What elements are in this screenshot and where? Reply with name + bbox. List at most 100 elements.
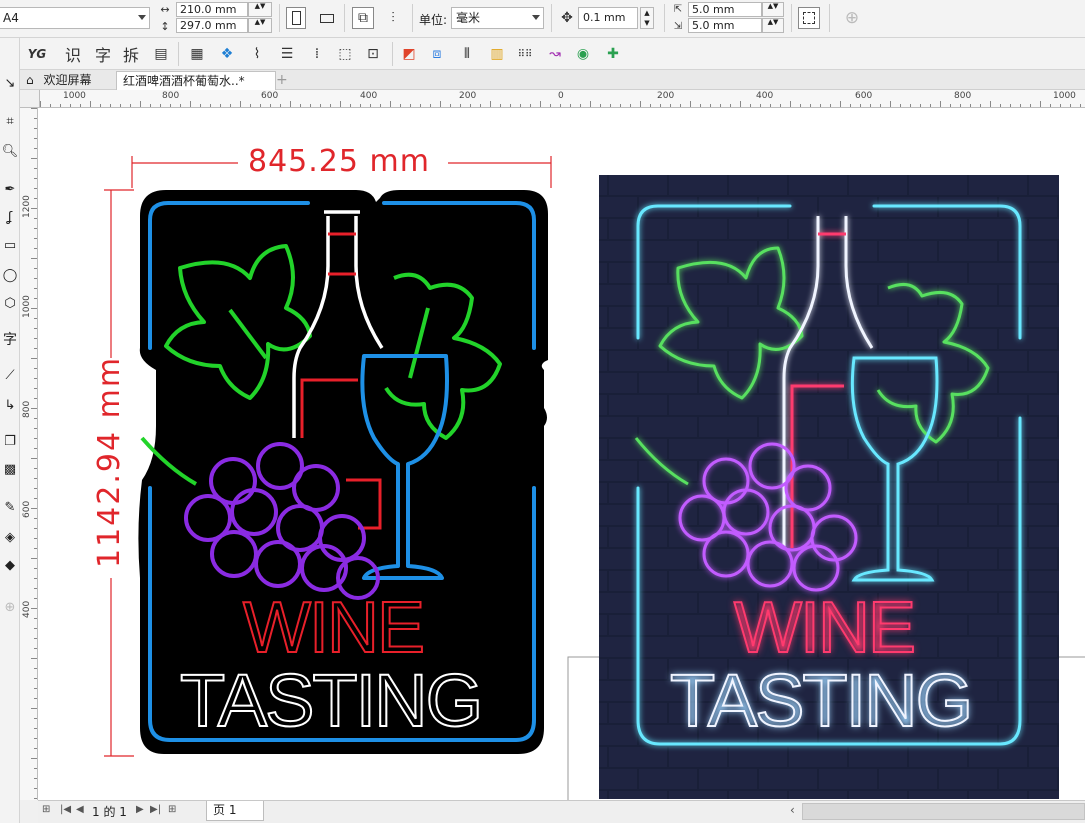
duplicate-x-spinner[interactable]: ▲▼ bbox=[762, 2, 784, 17]
all-pages-button[interactable]: ⧉ bbox=[352, 7, 374, 29]
nudge-spinner[interactable]: ▲ ▼ bbox=[640, 7, 654, 29]
tab-document[interactable]: 红酒啤酒酒杯葡萄水..* bbox=[116, 71, 276, 90]
landscape-icon bbox=[320, 13, 334, 23]
dot-array-icon[interactable]: ⠿⠿ bbox=[514, 43, 536, 65]
add-tool-icon[interactable]: ⊕ bbox=[0, 596, 20, 618]
landscape-button[interactable] bbox=[316, 7, 338, 29]
dimension-icon[interactable]: ⟋ bbox=[0, 364, 20, 386]
width-spinner[interactable]: ▲▼ bbox=[248, 2, 272, 17]
node-select-icon[interactable]: ⬚ bbox=[334, 43, 356, 65]
tab-welcome[interactable]: ⌂ 欢迎屏幕 bbox=[20, 71, 118, 90]
page-width-field[interactable]: 210.0 mm bbox=[176, 2, 248, 17]
ruler-tick bbox=[34, 518, 37, 519]
dots-grid-icon[interactable]: ⁞ bbox=[306, 43, 328, 65]
tab-document-label: 红酒啤酒酒杯葡萄水..* bbox=[123, 74, 245, 88]
eyedropper-icon[interactable]: ✎ bbox=[0, 496, 20, 518]
ruler-tick bbox=[34, 488, 37, 489]
ruler-tick bbox=[1060, 104, 1061, 107]
ruler-tick bbox=[31, 608, 37, 609]
transform-icon[interactable]: ↝ bbox=[544, 43, 566, 65]
page-border-button[interactable] bbox=[798, 7, 820, 29]
units-dropdown[interactable]: 毫米 bbox=[451, 7, 544, 29]
fill-icon[interactable]: ◈ bbox=[0, 526, 20, 548]
portrait-button[interactable] bbox=[286, 7, 306, 29]
ocr-button[interactable]: 识 bbox=[62, 43, 84, 65]
duplicate-x-field[interactable]: 5.0 mm bbox=[688, 2, 762, 17]
align-icon[interactable]: ⫴ bbox=[456, 43, 478, 65]
ruler-tick bbox=[34, 438, 37, 439]
char-button[interactable]: 字 bbox=[92, 43, 114, 65]
zoom-icon[interactable]: 🔍︎ bbox=[0, 140, 20, 162]
table-icon[interactable]: ▦ bbox=[186, 43, 208, 65]
pen-icon[interactable]: ✒ bbox=[0, 178, 20, 200]
sign-word-wine: WINE bbox=[242, 588, 426, 668]
add-icon[interactable]: ⊕ bbox=[841, 7, 863, 29]
transparency-icon[interactable]: ▩ bbox=[0, 458, 20, 480]
ruler-tick-label: 1200 bbox=[22, 195, 32, 218]
add-page-after-button[interactable]: ⊞ bbox=[168, 804, 176, 815]
ellipse-icon[interactable]: ◯ bbox=[0, 264, 20, 286]
duplicate-y-field[interactable]: 5.0 mm bbox=[688, 18, 762, 33]
center-select-icon[interactable]: ⊡ bbox=[362, 43, 384, 65]
paper-size-dropdown[interactable]: A4 bbox=[0, 7, 150, 29]
page-tab[interactable]: 页 1 bbox=[206, 801, 264, 821]
next-page-icon[interactable]: ▶ bbox=[136, 804, 144, 815]
list-color-icon[interactable]: ▥ bbox=[486, 43, 508, 65]
shadow-icon[interactable]: ❐ bbox=[0, 430, 20, 452]
ruler-tick bbox=[34, 578, 37, 579]
text-tool[interactable]: 字 bbox=[0, 328, 20, 350]
horizontal-ruler[interactable]: 1000 800 600 400 200 0 200 400 600 800 1000 bbox=[40, 90, 1085, 108]
stack-icon[interactable]: ▤ bbox=[150, 43, 172, 65]
split-button[interactable]: 拆 bbox=[120, 43, 142, 65]
first-page-icon[interactable]: |◀ bbox=[60, 804, 71, 815]
horizontal-scrollbar[interactable] bbox=[802, 803, 1085, 820]
vertical-ruler[interactable]: 1200 1000 800 600 400 bbox=[20, 108, 38, 800]
duplicate-y-spinner[interactable]: ▲▼ bbox=[762, 18, 784, 33]
ruler-tick bbox=[1040, 101, 1041, 107]
ruler-tick bbox=[1020, 104, 1021, 107]
drawing-canvas[interactable]: 845.25 mm 1142.94 mm WINE TASTING WINE T… bbox=[38, 108, 1085, 800]
ruler-tick bbox=[850, 104, 851, 107]
nudge-distance-field[interactable]: 0.1 mm bbox=[578, 7, 638, 29]
color-swap-icon[interactable]: ◩ bbox=[398, 43, 420, 65]
curve-icon[interactable]: ʆ bbox=[0, 206, 20, 228]
ruler-tick bbox=[34, 498, 37, 499]
ruler-tick bbox=[34, 268, 37, 269]
height-spinner[interactable]: ▲▼ bbox=[248, 18, 272, 33]
last-page-icon[interactable]: ▶| bbox=[150, 804, 161, 815]
pattern-icon[interactable]: ❖ bbox=[216, 43, 238, 65]
ruler-tick bbox=[490, 101, 491, 107]
smart-fill-icon[interactable]: ◆ bbox=[0, 554, 20, 576]
rectangle-icon[interactable]: ▭ bbox=[0, 234, 20, 256]
ruler-tick-label: 1000 bbox=[1053, 91, 1076, 101]
ruler-tick bbox=[330, 104, 331, 107]
ruler-tick bbox=[1030, 104, 1031, 107]
scroll-left-icon[interactable]: ‹ bbox=[790, 803, 795, 817]
ruler-origin[interactable] bbox=[20, 90, 40, 108]
home-icon: ⌂ bbox=[26, 73, 34, 87]
ruler-tick bbox=[34, 738, 37, 739]
ruler-tick bbox=[870, 104, 871, 107]
ruler-tick bbox=[550, 104, 551, 107]
new-tab-button[interactable]: + bbox=[270, 71, 294, 90]
freehand-icon[interactable]: ↘ bbox=[0, 72, 20, 94]
ruler-tick bbox=[410, 104, 411, 107]
current-page-button[interactable]: ⫶ bbox=[382, 7, 404, 29]
trace-icon[interactable]: ⌇ bbox=[246, 43, 268, 65]
shapes-icon[interactable]: ⧈ bbox=[426, 43, 448, 65]
ruler-tick bbox=[34, 478, 37, 479]
sphere-icon[interactable]: ◉ bbox=[572, 43, 594, 65]
page-height-field[interactable]: 297.0 mm bbox=[176, 18, 248, 33]
plugin-icon[interactable]: ✚ bbox=[602, 43, 624, 65]
ruler-tick bbox=[340, 101, 341, 107]
ruler-tick bbox=[880, 104, 881, 107]
add-page-before-button[interactable]: ⊞ bbox=[42, 804, 50, 815]
ruler-tick bbox=[280, 104, 281, 107]
lines-icon[interactable]: ☰ bbox=[276, 43, 298, 65]
prev-page-icon[interactable]: ◀ bbox=[76, 804, 84, 815]
connector-icon[interactable]: ↳ bbox=[0, 394, 20, 416]
page-tab-label: 页 1 bbox=[213, 803, 237, 817]
crop-icon[interactable]: ⌗ bbox=[0, 110, 20, 132]
polygon-icon[interactable]: ⬡ bbox=[0, 292, 20, 314]
yg-logo-icon[interactable]: YG bbox=[26, 43, 48, 65]
